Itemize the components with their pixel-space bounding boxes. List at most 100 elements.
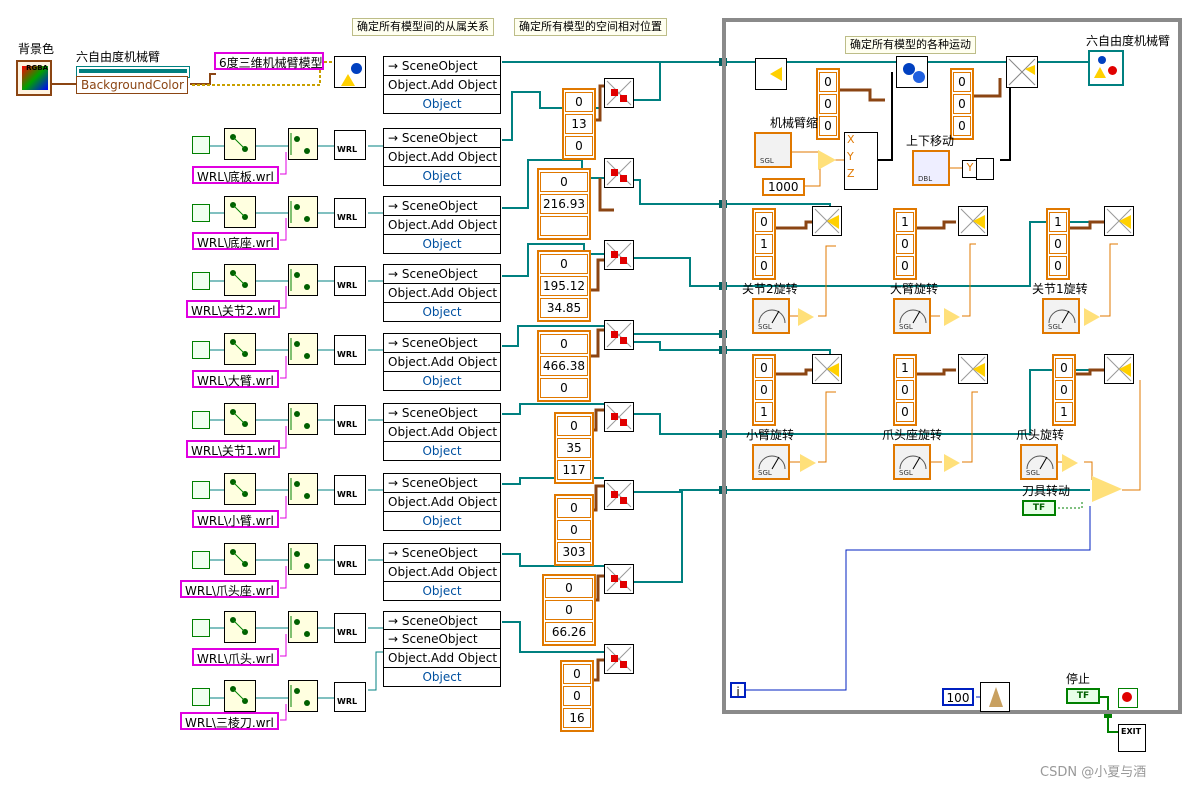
translation-array[interactable]: 0 0 16 — [560, 660, 594, 732]
stop-button-terminal[interactable]: TF — [1066, 688, 1100, 704]
scene-node[interactable]: → SceneObjectObject.Add Object Object — [383, 128, 501, 186]
wrl-file-path[interactable]: WRL\关节2.wrl — [186, 300, 281, 318]
strip-path-icon[interactable] — [288, 543, 318, 575]
const-1000[interactable]: 1000 — [762, 178, 805, 196]
wrl-file-path[interactable]: WRL\底板.wrl — [192, 166, 279, 184]
arm-extend-dial[interactable]: SGL — [754, 132, 792, 168]
to-radians-node[interactable] — [944, 308, 960, 326]
rotate-object-icon[interactable] — [1104, 354, 1134, 384]
strip-path-icon[interactable] — [288, 611, 318, 643]
rotation-axis-array[interactable]: 100 — [893, 354, 917, 426]
translate-icon[interactable] — [604, 158, 634, 188]
wrl-file-path[interactable]: WRL\三棱刀.wrl — [180, 712, 279, 730]
translation-array[interactable]: 0 13 0 — [562, 88, 596, 160]
build-array-node[interactable] — [976, 158, 994, 180]
load-wrl-icon[interactable]: WRL — [334, 613, 366, 643]
to-radians-node[interactable] — [798, 308, 814, 326]
scene-node[interactable]: → SceneObjectObject.Add Object Object — [383, 473, 501, 531]
to-radians-node[interactable] — [1084, 308, 1100, 326]
to-radians-node[interactable] — [1062, 454, 1078, 472]
build-path-icon[interactable] — [224, 128, 256, 160]
load-wrl-icon[interactable]: WRL — [334, 130, 366, 160]
scene-model-name[interactable]: 6度三维机械臂模型 — [214, 52, 324, 70]
color-box-control[interactable]: RGBA — [16, 60, 52, 96]
rotation-dial[interactable]: SGL — [1020, 444, 1058, 480]
rotation-dial[interactable]: SGL — [893, 298, 931, 334]
rotate-object-icon[interactable] — [958, 206, 988, 236]
translate-icon[interactable] — [604, 240, 634, 270]
rotation-dial[interactable]: SGL — [1042, 298, 1080, 334]
strip-path-icon[interactable] — [288, 264, 318, 296]
array-b[interactable]: 0 0 0 — [950, 68, 974, 140]
wrl-file-path[interactable]: WRL\底座.wrl — [192, 232, 279, 250]
rotate-object-icon[interactable] — [812, 206, 842, 236]
translation-array[interactable]: 0 0 66.26 — [542, 574, 596, 646]
rotation-dial[interactable]: SGL — [893, 444, 931, 480]
wrl-file-path[interactable]: WRL\小臂.wrl — [192, 510, 279, 528]
rotation-axis-array[interactable]: 001 — [1052, 354, 1076, 426]
rotation-axis-array[interactable]: 010 — [752, 208, 776, 280]
scene-node[interactable]: → SceneObjectObject.Add Object Object — [383, 196, 501, 254]
translate-icon[interactable] — [604, 78, 634, 108]
rotation-axis-array[interactable]: 100 — [1046, 208, 1070, 280]
background-color-property[interactable]: BackgroundColor — [76, 76, 188, 94]
to-radians-node[interactable] — [800, 454, 816, 472]
create-scene-object-icon[interactable] — [334, 56, 366, 88]
divide-node[interactable] — [818, 150, 836, 170]
translation-array[interactable]: 0 466.38 0 — [537, 330, 591, 402]
to-radians-node[interactable] — [944, 454, 960, 472]
exit-icon[interactable]: EXIT — [1118, 724, 1146, 752]
strip-path-icon[interactable] — [288, 680, 318, 712]
wrl-file-path[interactable]: WRL\爪头座.wrl — [180, 580, 279, 598]
build-path-icon[interactable] — [224, 403, 256, 435]
translation-array[interactable]: 0 216.93 — [537, 168, 591, 240]
load-wrl-icon[interactable]: WRL — [334, 682, 366, 712]
strip-path-icon[interactable] — [288, 333, 318, 365]
wrl-file-path[interactable]: WRL\关节1.wrl — [186, 440, 281, 458]
move-updown-slider[interactable]: DBL — [912, 150, 950, 186]
rotation-axis-array[interactable]: 001 — [752, 354, 776, 426]
translate-icon[interactable] — [604, 402, 634, 432]
rotation-dial[interactable]: SGL — [752, 298, 790, 334]
set-transform-icon[interactable] — [1006, 56, 1038, 88]
load-wrl-icon[interactable]: WRL — [334, 545, 366, 575]
rotate-object-icon[interactable] — [812, 354, 842, 384]
rotation-axis-array[interactable]: 100 — [893, 208, 917, 280]
strip-path-icon[interactable] — [288, 128, 318, 160]
wait-ms-constant[interactable]: 100 — [942, 688, 974, 706]
load-wrl-icon[interactable]: WRL — [334, 405, 366, 435]
build-path-icon[interactable] — [224, 333, 256, 365]
scene-node[interactable]: → SceneObjectObject.Add Object Object — [383, 403, 501, 461]
robot-output-indicator[interactable] — [1088, 50, 1124, 86]
build-path-icon[interactable] — [224, 196, 256, 228]
scene-node-root[interactable]: → SceneObject Object.Add Object Object — [383, 56, 501, 114]
translation-array[interactable]: 0 195.12 34.85 — [537, 250, 591, 322]
translation-array[interactable]: 0 0 303 — [554, 494, 594, 566]
build-path-icon[interactable] — [224, 611, 256, 643]
select-node[interactable] — [1092, 476, 1122, 502]
build-path-icon[interactable] — [224, 543, 256, 575]
scene-node[interactable]: → SceneObjectObject.Add Object Object — [383, 543, 501, 601]
bundle-xyz[interactable]: X Y Z — [844, 132, 878, 190]
build-path-icon[interactable] — [224, 473, 256, 505]
tool-rotate-toggle[interactable]: TF — [1022, 500, 1056, 516]
strip-path-icon[interactable] — [288, 196, 318, 228]
transform-icon[interactable] — [755, 58, 787, 90]
translate-icon[interactable] — [604, 644, 634, 674]
translate-icon[interactable] — [604, 480, 634, 510]
load-wrl-icon[interactable]: WRL — [334, 198, 366, 228]
wrl-file-path[interactable]: WRL\爪头.wrl — [192, 648, 279, 666]
build-path-icon[interactable] — [224, 680, 256, 712]
load-wrl-icon[interactable]: WRL — [334, 266, 366, 296]
rotate-object-icon[interactable] — [958, 354, 988, 384]
array-a[interactable]: 0 0 0 — [816, 68, 840, 140]
rotate-object-icon[interactable] — [1104, 206, 1134, 236]
scene-node[interactable]: → SceneObjectObject.Add Object Object — [383, 264, 501, 322]
strip-path-icon[interactable] — [288, 473, 318, 505]
scene-node[interactable]: → SceneObjectObject.Add Object Object — [383, 333, 501, 391]
translate-icon[interactable] — [604, 564, 634, 594]
translate-icon[interactable] — [604, 320, 634, 350]
load-wrl-icon[interactable]: WRL — [334, 335, 366, 365]
metronome-icon[interactable] — [980, 682, 1010, 712]
rotation-dial[interactable]: SGL — [752, 444, 790, 480]
